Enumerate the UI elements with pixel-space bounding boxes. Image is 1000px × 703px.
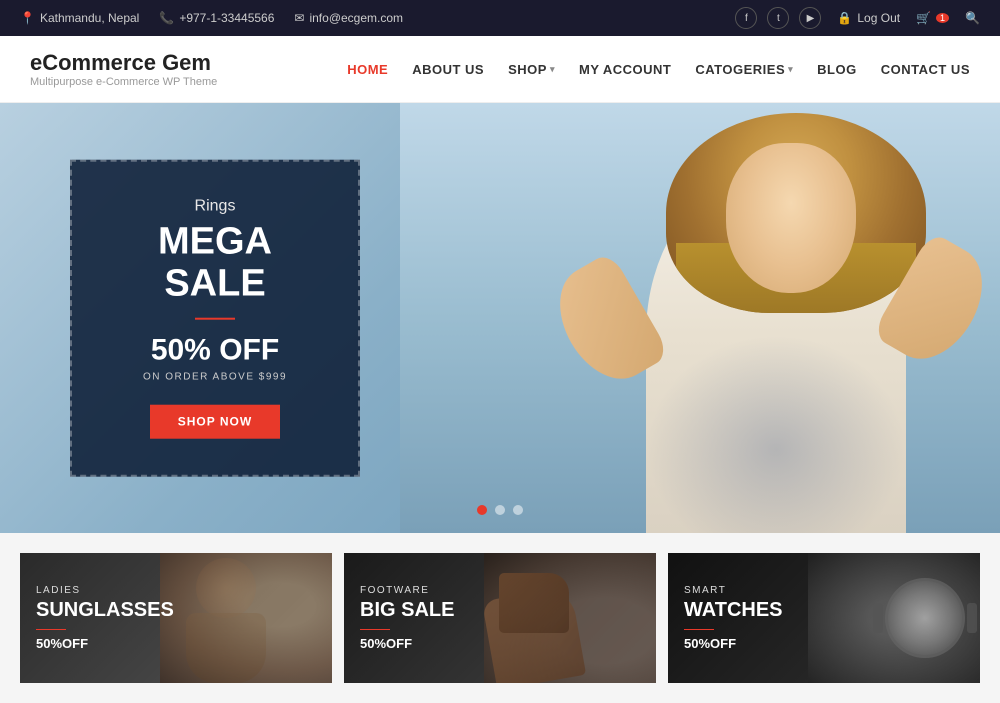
top-bar-left: 📍 Kathmandu, Nepal 📞 +977-1-33445566 ✉ i…: [20, 11, 403, 25]
watch-face: [885, 578, 965, 658]
promo-title: MEGA SALE: [116, 222, 314, 306]
logo-title: eCommerce Gem: [30, 50, 217, 76]
hero-section: Rings MEGA SALE 50% OFF ON ORDER ABOVE $…: [0, 103, 1000, 533]
cat-3-content: SMART WATCHES 50%OFF: [684, 585, 783, 651]
header: eCommerce Gem Multipurpose e-Commerce WP…: [0, 36, 1000, 103]
social-links: f t ▶: [735, 7, 821, 29]
cat-1-content: LADIES SUNGLASSES 50%OFF: [36, 585, 174, 651]
logout-label: Log Out: [857, 11, 900, 25]
category-card-footware[interactable]: FOOTWARE BIG SALE 50%OFF: [344, 553, 656, 683]
search-icon-top[interactable]: 🔍: [965, 11, 980, 25]
cat-3-figure: [885, 578, 965, 658]
hero-dots: [477, 505, 523, 515]
top-bar-right: f t ▶ 🔒 Log Out 🛒 1 🔍: [735, 7, 980, 29]
cat-3-discount: 50%OFF: [684, 636, 783, 651]
cat-2-discount: 50%OFF: [360, 636, 454, 651]
dot-2[interactable]: [495, 505, 505, 515]
category-card-sunglasses[interactable]: LADIES SUNGLASSES 50%OFF: [20, 553, 332, 683]
cat-1-divider: [36, 629, 66, 630]
location-icon: 📍: [20, 11, 35, 25]
nav-contact[interactable]: CONTACT US: [881, 62, 970, 77]
youtube-icon[interactable]: ▶: [799, 7, 821, 29]
cat-2-title: BIG SALE: [360, 599, 454, 621]
location-text: Kathmandu, Nepal: [40, 11, 139, 25]
cat-2-divider: [360, 629, 390, 630]
watch-band-right: [967, 603, 977, 633]
search-icon: 🔍: [965, 11, 980, 25]
cat-1-body: [186, 613, 266, 683]
hero-image-area: [400, 103, 1000, 533]
cat-2-content: FOOTWARE BIG SALE 50%OFF: [360, 585, 454, 651]
nav-categories[interactable]: CATOGERIES ▾: [695, 62, 793, 77]
category-section: LADIES SUNGLASSES 50%OFF FOOTWARE BIG SA…: [0, 533, 1000, 703]
hero-promo-box: Rings MEGA SALE 50% OFF ON ORDER ABOVE $…: [70, 160, 360, 477]
email-text: info@ecgem.com: [309, 11, 403, 25]
dress-pattern: [646, 335, 906, 533]
categories-chevron-icon: ▾: [788, 64, 793, 75]
lock-icon: 🔒: [837, 11, 852, 25]
nav-blog[interactable]: BLOG: [817, 62, 857, 77]
promo-divider: [195, 317, 235, 319]
email-item: ✉ info@ecgem.com: [294, 11, 403, 25]
boot-top: [499, 573, 569, 633]
shop-chevron-icon: ▾: [550, 64, 555, 75]
phone-text: +977-1-33445566: [179, 11, 274, 25]
promo-subtitle: Rings: [116, 198, 314, 216]
logo[interactable]: eCommerce Gem Multipurpose e-Commerce WP…: [30, 50, 217, 88]
dot-3[interactable]: [513, 505, 523, 515]
cat-2-figure: [479, 553, 651, 683]
category-card-watches[interactable]: SMART WATCHES 50%OFF: [668, 553, 980, 683]
woman-head: [696, 113, 896, 333]
nav-about[interactable]: ABOUT US: [412, 62, 484, 77]
facebook-icon[interactable]: f: [735, 7, 757, 29]
face: [726, 143, 856, 293]
shop-now-button[interactable]: SHOP NOW: [150, 404, 280, 438]
cat-3-label: SMART: [684, 585, 783, 596]
promo-condition: ON ORDER ABOVE $999: [116, 371, 314, 382]
woman-figure: [586, 103, 966, 533]
logo-subtitle: Multipurpose e-Commerce WP Theme: [30, 76, 217, 88]
phone-item: 📞 +977-1-33445566: [159, 11, 274, 25]
cat-1-label: LADIES: [36, 585, 174, 596]
location-item: 📍 Kathmandu, Nepal: [20, 11, 139, 25]
cat-1-discount: 50%OFF: [36, 636, 174, 651]
cart-count: 1: [936, 13, 949, 23]
cart-item[interactable]: 🛒 1: [916, 11, 949, 25]
phone-icon: 📞: [159, 11, 174, 25]
cat-2-label: FOOTWARE: [360, 585, 454, 596]
dot-1[interactable]: [477, 505, 487, 515]
cat-1-title: SUNGLASSES: [36, 599, 174, 621]
top-bar: 📍 Kathmandu, Nepal 📞 +977-1-33445566 ✉ i…: [0, 0, 1000, 36]
twitter-icon[interactable]: t: [767, 7, 789, 29]
watch-band-left: [873, 603, 883, 633]
cat-1-head: [196, 558, 256, 618]
main-nav: HOME ABOUT US SHOP ▾ MY ACCOUNT CATOGERI…: [347, 62, 970, 77]
cat-3-title: WATCHES: [684, 599, 783, 621]
cat-3-divider: [684, 629, 714, 630]
logout-item[interactable]: 🔒 Log Out: [837, 11, 900, 25]
email-icon: ✉: [294, 11, 304, 25]
nav-shop[interactable]: SHOP ▾: [508, 62, 555, 77]
cart-icon: 🛒: [916, 11, 931, 25]
promo-discount: 50% OFF: [116, 333, 314, 367]
nav-my-account[interactable]: MY ACCOUNT: [579, 62, 671, 77]
cat-1-figure: [166, 553, 322, 683]
nav-home[interactable]: HOME: [347, 62, 388, 77]
